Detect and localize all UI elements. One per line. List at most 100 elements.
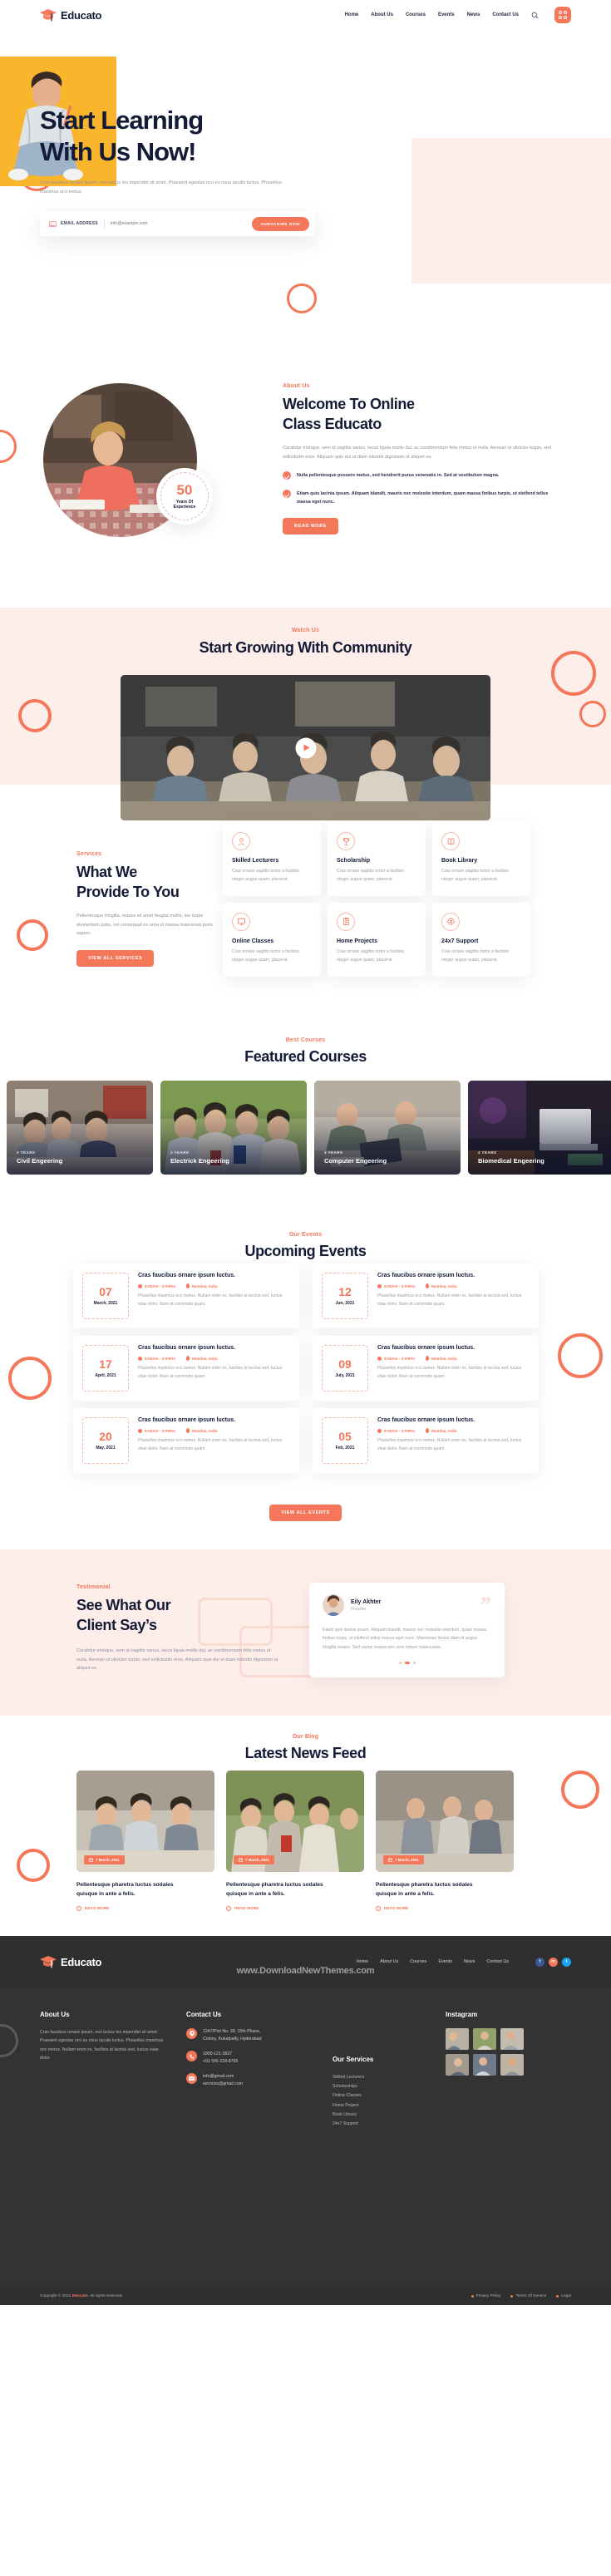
service-card[interactable]: Online Classes Cras ornare sagittis tort… bbox=[223, 902, 321, 977]
blog-card[interactable]: 7 March, 2021 Pellentesque pharetra luct… bbox=[76, 1771, 214, 1912]
service-card[interactable]: Skilled Lecturers Cras ornare sagittis t… bbox=[223, 822, 321, 896]
testimonial-title-line1: See What Our bbox=[76, 1597, 171, 1613]
clipboard-icon bbox=[337, 912, 355, 931]
nav-item-events[interactable]: Events bbox=[438, 12, 455, 17]
grid-menu-icon[interactable] bbox=[554, 7, 571, 23]
event-card[interactable]: 12 Jun, 2021 Cras faucibus ornare ipsum … bbox=[313, 1263, 539, 1328]
event-date: 05 Feb, 2021 bbox=[322, 1417, 368, 1464]
decorative-ring bbox=[0, 430, 17, 463]
footer-service-item[interactable]: Home Project bbox=[333, 2101, 424, 2111]
event-time: 9:00Am - 3:00Pm bbox=[377, 1356, 415, 1361]
view-all-services-button[interactable]: VIEW ALL SERVICES bbox=[76, 950, 155, 968]
twitter-icon[interactable]: t bbox=[562, 1957, 571, 1967]
footer-nav-item-courses[interactable]: Courses bbox=[410, 1959, 426, 1964]
nav-item-courses[interactable]: Courses bbox=[406, 12, 426, 17]
footer-service-item[interactable]: Book Library bbox=[333, 2111, 424, 2120]
blog-post-title-line1: Pellentesque pharetra luctus sodales bbox=[226, 1882, 323, 1888]
event-day: 09 bbox=[338, 1357, 352, 1371]
nav-item-home[interactable]: Home bbox=[345, 12, 359, 17]
event-body: Cras faucibus ornare ipsum luctus. 9:00A… bbox=[138, 1417, 290, 1464]
service-card[interactable]: Scholarship Cras ornare sagittis tortor … bbox=[328, 822, 426, 896]
blog-card[interactable]: 7 March, 2021 Pellentesque pharetra luct… bbox=[226, 1771, 364, 1912]
event-card[interactable]: 05 Feb, 2021 Cras faucibus ornare ipsum … bbox=[313, 1408, 539, 1473]
service-card[interactable]: 24x7 Support Cras ornare sagittis tortor… bbox=[432, 902, 530, 977]
testimonial-pagination[interactable] bbox=[323, 1662, 491, 1665]
legal-link[interactable]: Legal bbox=[556, 2294, 571, 2298]
event-title: Cras faucibus ornare ipsum luctus. bbox=[138, 1273, 236, 1278]
email-input[interactable] bbox=[111, 221, 252, 227]
footer-service-item[interactable]: Skilled Lecturers bbox=[333, 2073, 424, 2082]
graduation-cap-icon bbox=[40, 8, 57, 21]
instagram-thumb[interactable] bbox=[500, 2028, 524, 2050]
pagination-dot-active[interactable] bbox=[404, 1662, 410, 1665]
about-read-more-button[interactable]: READ MORE bbox=[283, 518, 339, 535]
footer-nav-item-about-us[interactable]: About Us bbox=[380, 1959, 398, 1964]
event-month: April, 2021 bbox=[95, 1373, 116, 1378]
course-meta: 4 YEARS Biomedical Engeering bbox=[478, 1150, 544, 1165]
search-icon[interactable] bbox=[531, 12, 539, 19]
event-text: Phasellus maximus orci metus. Nullam eni… bbox=[138, 1438, 283, 1451]
course-card[interactable]: 2 YEARS Electrick Engeering bbox=[160, 1081, 307, 1175]
event-month: March, 2021 bbox=[93, 1301, 118, 1306]
footer-service-item[interactable]: 24x7 Support bbox=[333, 2120, 424, 2129]
footer-service-item[interactable]: Scholarships bbox=[333, 2082, 424, 2091]
service-card[interactable]: Home Projects Cras ornare sagittis torto… bbox=[328, 902, 426, 977]
form-divider bbox=[104, 219, 106, 229]
instagram-thumb[interactable] bbox=[473, 2028, 496, 2050]
pagination-dot[interactable] bbox=[412, 1662, 416, 1665]
pagination-dot[interactable] bbox=[398, 1662, 402, 1665]
decorative-ring bbox=[18, 699, 52, 732]
terms-of-service-link[interactable]: Terms Of Service bbox=[510, 2294, 546, 2298]
privacy-policy-link[interactable]: Privacy Policy bbox=[471, 2294, 500, 2298]
event-time: 9:00Am - 3:00Pm bbox=[377, 1283, 415, 1288]
blog-read-more[interactable]: READ MORE bbox=[226, 1906, 364, 1912]
footer-nav-item-contact-us[interactable]: Contact Us bbox=[486, 1959, 509, 1964]
decorative-ring bbox=[579, 701, 606, 727]
event-card[interactable]: 17 April, 2021 Cras faucibus ornare ipsu… bbox=[73, 1336, 299, 1401]
blog-card[interactable]: 7 March, 2021 Pellentesque pharetra luct… bbox=[376, 1771, 514, 1912]
subscribe-now-button[interactable]: SUBSCRIBE NOW bbox=[251, 216, 309, 231]
nav-item-about-us[interactable]: About Us bbox=[371, 12, 393, 17]
blog-read-more[interactable]: READ MORE bbox=[376, 1906, 514, 1912]
clock-icon bbox=[138, 1356, 142, 1361]
course-card[interactable]: 4 YEARS Biomedical Engeering bbox=[468, 1081, 611, 1175]
location-icon bbox=[186, 2028, 197, 2039]
event-card[interactable]: 09 July, 2021 Cras faucibus ornare ipsum… bbox=[313, 1336, 539, 1401]
instagram-thumb[interactable] bbox=[446, 2028, 469, 2050]
play-icon[interactable] bbox=[295, 737, 316, 758]
course-card[interactable]: 3 YEARS Computer Engeering bbox=[314, 1081, 461, 1175]
view-all-events-button[interactable]: VIEW ALL EVENTS bbox=[269, 1505, 342, 1521]
mail-icon bbox=[186, 2073, 197, 2085]
service-text: Cras ornare sagittis tortor a facilisis … bbox=[337, 869, 405, 882]
linkedin-icon[interactable]: in bbox=[549, 1957, 558, 1967]
instagram-thumb[interactable] bbox=[446, 2054, 469, 2076]
footer-nav-item-home[interactable]: Home bbox=[357, 1959, 368, 1964]
course-card[interactable]: 3 YEARS Civil Engeering bbox=[7, 1081, 153, 1175]
event-card[interactable]: 20 May, 2021 Cras faucibus ornare ipsum … bbox=[73, 1408, 299, 1473]
facebook-icon[interactable]: f bbox=[535, 1957, 544, 1967]
nav-item-news[interactable]: News bbox=[467, 12, 480, 17]
event-month: Jun, 2021 bbox=[335, 1301, 355, 1306]
event-card[interactable]: 07 March, 2021 Cras faucibus ornare ipsu… bbox=[73, 1263, 299, 1328]
instagram-thumb[interactable] bbox=[500, 2054, 524, 2076]
service-card[interactable]: Book Library Cras ornare sagittis tortor… bbox=[432, 822, 530, 896]
blog-date: 7 March, 2021 bbox=[84, 1855, 125, 1864]
blog-read-more[interactable]: READ MORE bbox=[76, 1906, 214, 1912]
event-date: 17 April, 2021 bbox=[82, 1345, 129, 1391]
service-title: Book Library bbox=[441, 858, 478, 864]
events-section: Our Events Upcoming Events 07 March, 202… bbox=[0, 1217, 611, 1549]
testimonial-title: See What Our Client Say’s bbox=[76, 1595, 284, 1636]
service-text: Cras ornare sagittis tortor a facilisis … bbox=[337, 948, 405, 963]
footer-service-item[interactable]: Online Classes bbox=[333, 2091, 424, 2101]
footer-instagram-heading: Instagram bbox=[446, 2011, 478, 2018]
footer-nav-item-events[interactable]: Events bbox=[438, 1959, 451, 1964]
service-text: Cras ornare sagittis tortor a facilisis … bbox=[232, 869, 300, 882]
footer-nav-item-news[interactable]: News bbox=[464, 1959, 475, 1964]
brand-logo[interactable]: Educato bbox=[40, 8, 101, 22]
location-icon bbox=[186, 1283, 190, 1288]
instagram-thumb[interactable] bbox=[473, 2054, 496, 2076]
courses-section: Best Courses Featured Courses 3 YEARS Ci… bbox=[0, 1026, 611, 1217]
testimonial-paragraph: Curabitur tristique, sem id sagittis var… bbox=[76, 1648, 278, 1672]
site-header: Educato Home About Us Courses Events New… bbox=[0, 0, 611, 30]
nav-item-contact-us[interactable]: Contact Us bbox=[492, 12, 519, 17]
